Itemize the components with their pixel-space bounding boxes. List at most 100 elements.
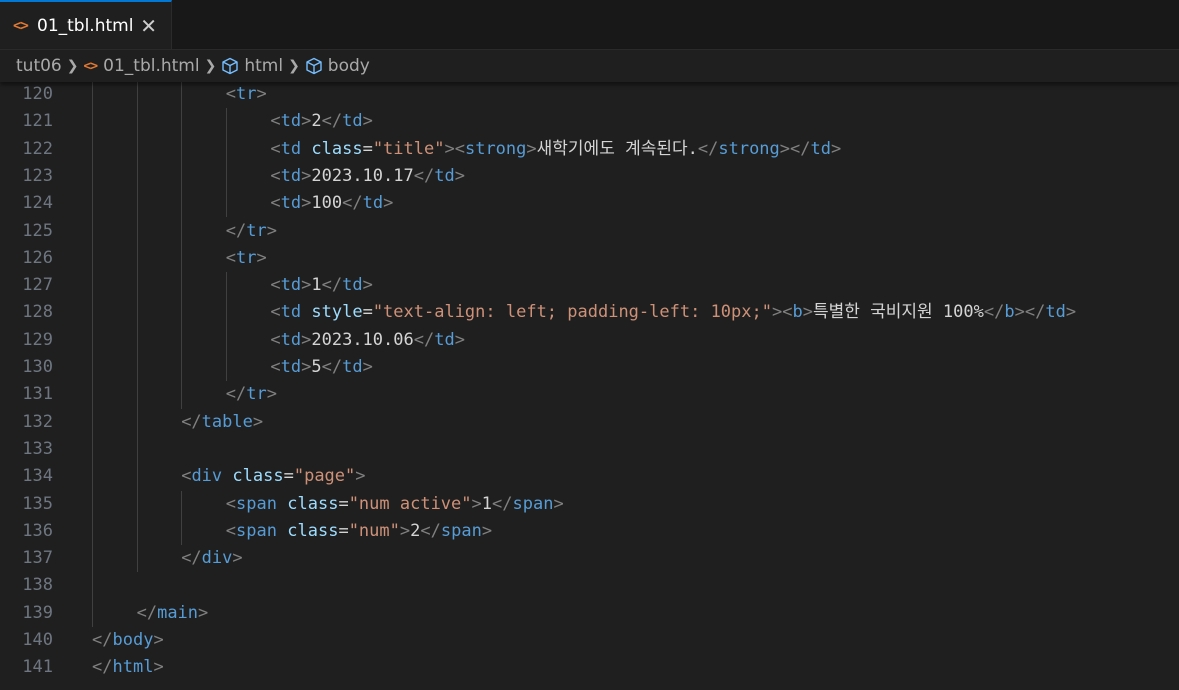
- code-token: >: [802, 302, 813, 323]
- code-line: 123 <td>2023.10.17</td>: [0, 163, 1179, 190]
- code-line: 125 </tr>: [0, 218, 1179, 245]
- code-token: div: [201, 548, 233, 569]
- code-token: </: [790, 138, 811, 159]
- html-code-icon: <>: [13, 17, 29, 34]
- code-token: >: [266, 220, 278, 241]
- code-editor[interactable]: 120 <tr> 121 <td>2</td> 122 <td class="title"…: [0, 82, 1179, 690]
- line-number: 132: [22, 411, 53, 432]
- code-text: <td>2023.10.06</td>: [270, 327, 465, 354]
- code-token: <: [270, 357, 281, 377]
- code-token: >: [301, 275, 312, 296]
- code-token: td: [362, 193, 384, 214]
- code-token: 2023.10.17: [311, 165, 414, 186]
- code-line: 140 </body>: [0, 627, 1179, 654]
- code-token: span: [440, 520, 482, 541]
- code-token: </: [181, 411, 202, 432]
- code-token: </: [492, 493, 513, 514]
- code-token: 새학기에도 계속된다.: [536, 138, 698, 159]
- code-token: tr: [236, 84, 257, 104]
- chevron-right-icon: ❯: [66, 58, 79, 74]
- code-token: <: [270, 275, 281, 296]
- code-token: >: [779, 138, 791, 159]
- code-text: <div class="page">: [181, 463, 365, 490]
- breadcrumb-html[interactable]: html: [221, 56, 283, 76]
- code-line: 126 <tr>: [0, 245, 1179, 272]
- tab-label: 01_tbl.html: [37, 15, 134, 36]
- code-token: </: [92, 630, 113, 650]
- code-token: </: [225, 384, 247, 405]
- code-token: >: [301, 193, 312, 214]
- breadcrumb: tut06 ❯ <> 01_tbl.html ❯ html ❯ body: [0, 50, 1179, 82]
- code-line: 141 </html>: [0, 654, 1179, 681]
- code-token: <: [270, 138, 281, 159]
- code-text: <tr>: [226, 82, 267, 108]
- code-token: td: [280, 138, 302, 159]
- code-token: <: [270, 165, 281, 186]
- close-icon[interactable]: ✕: [140, 16, 157, 36]
- code-token: >: [526, 138, 537, 159]
- breadcrumb-folder[interactable]: tut06: [16, 56, 62, 76]
- code-token: td: [810, 138, 831, 159]
- html-code-icon: <>: [83, 58, 98, 74]
- code-text: <span class="num">2</span>: [226, 518, 492, 545]
- code-line: 127 <td>1</td>: [0, 272, 1179, 299]
- code-token: <: [454, 138, 465, 159]
- code-line: 134 <div class="page">: [0, 463, 1179, 490]
- code-token: <: [181, 466, 192, 487]
- code-token: b: [1004, 302, 1015, 323]
- code-token: table: [201, 411, 253, 432]
- code-text: </tr>: [226, 218, 277, 245]
- code-token: class: [287, 520, 339, 541]
- line-number: 141: [22, 657, 53, 678]
- code-text: <td>1</td>: [270, 272, 372, 299]
- code-token: </: [181, 548, 202, 569]
- code-token: 1: [311, 275, 322, 296]
- code-token: "page": [293, 466, 356, 487]
- code-token: >: [153, 630, 164, 650]
- line-number: 135: [22, 493, 53, 514]
- code-token: <: [225, 520, 237, 541]
- code-token: >: [301, 165, 312, 186]
- line-number: 124: [22, 193, 53, 214]
- code-token: 1: [481, 493, 493, 514]
- breadcrumb-html-label: html: [244, 56, 284, 76]
- line-number: 136: [22, 520, 53, 541]
- code-token: >: [399, 520, 411, 541]
- code-token: <: [225, 493, 237, 514]
- code-token: td: [1045, 302, 1066, 323]
- code-text: </tr>: [226, 381, 277, 408]
- line-number: 120: [22, 84, 53, 104]
- code-token: </: [420, 520, 441, 541]
- code-token: >: [252, 411, 264, 432]
- breadcrumb-body[interactable]: body: [305, 56, 370, 76]
- code-token: 특별한 국비지원 100%: [812, 302, 984, 323]
- code-token: tr: [236, 247, 257, 268]
- code-token: 2: [311, 111, 322, 132]
- tab-01-tbl-html[interactable]: <> 01_tbl.html ✕: [0, 0, 172, 49]
- code-line: 121 <td>2</td>: [0, 108, 1179, 135]
- code-text: <td>2023.10.17</td>: [270, 163, 465, 190]
- code-text: <tr>: [226, 245, 267, 272]
- code-token: td: [280, 111, 302, 132]
- code-line: 132 </table>: [0, 409, 1179, 436]
- code-token: <: [270, 111, 281, 132]
- code-token: </: [1024, 302, 1046, 323]
- code-token: div: [191, 466, 223, 487]
- breadcrumb-file[interactable]: <> 01_tbl.html: [83, 56, 199, 76]
- code-token: <: [270, 193, 281, 214]
- code-token: >: [471, 493, 482, 514]
- code-token: 5: [311, 357, 322, 377]
- code-token: </: [413, 329, 435, 350]
- line-number: 131: [22, 384, 53, 405]
- code-line: 135 <span class="num active">1</span>: [0, 491, 1179, 518]
- code-token: =: [338, 520, 349, 541]
- code-token: <: [782, 302, 793, 323]
- code-text: </main>: [137, 600, 209, 627]
- code-token: td: [280, 193, 302, 214]
- breadcrumb-file-label: 01_tbl.html: [103, 56, 200, 76]
- code-token: 2: [410, 520, 421, 541]
- code-token: </: [321, 275, 343, 296]
- code-token: 2023.10.06: [311, 329, 414, 350]
